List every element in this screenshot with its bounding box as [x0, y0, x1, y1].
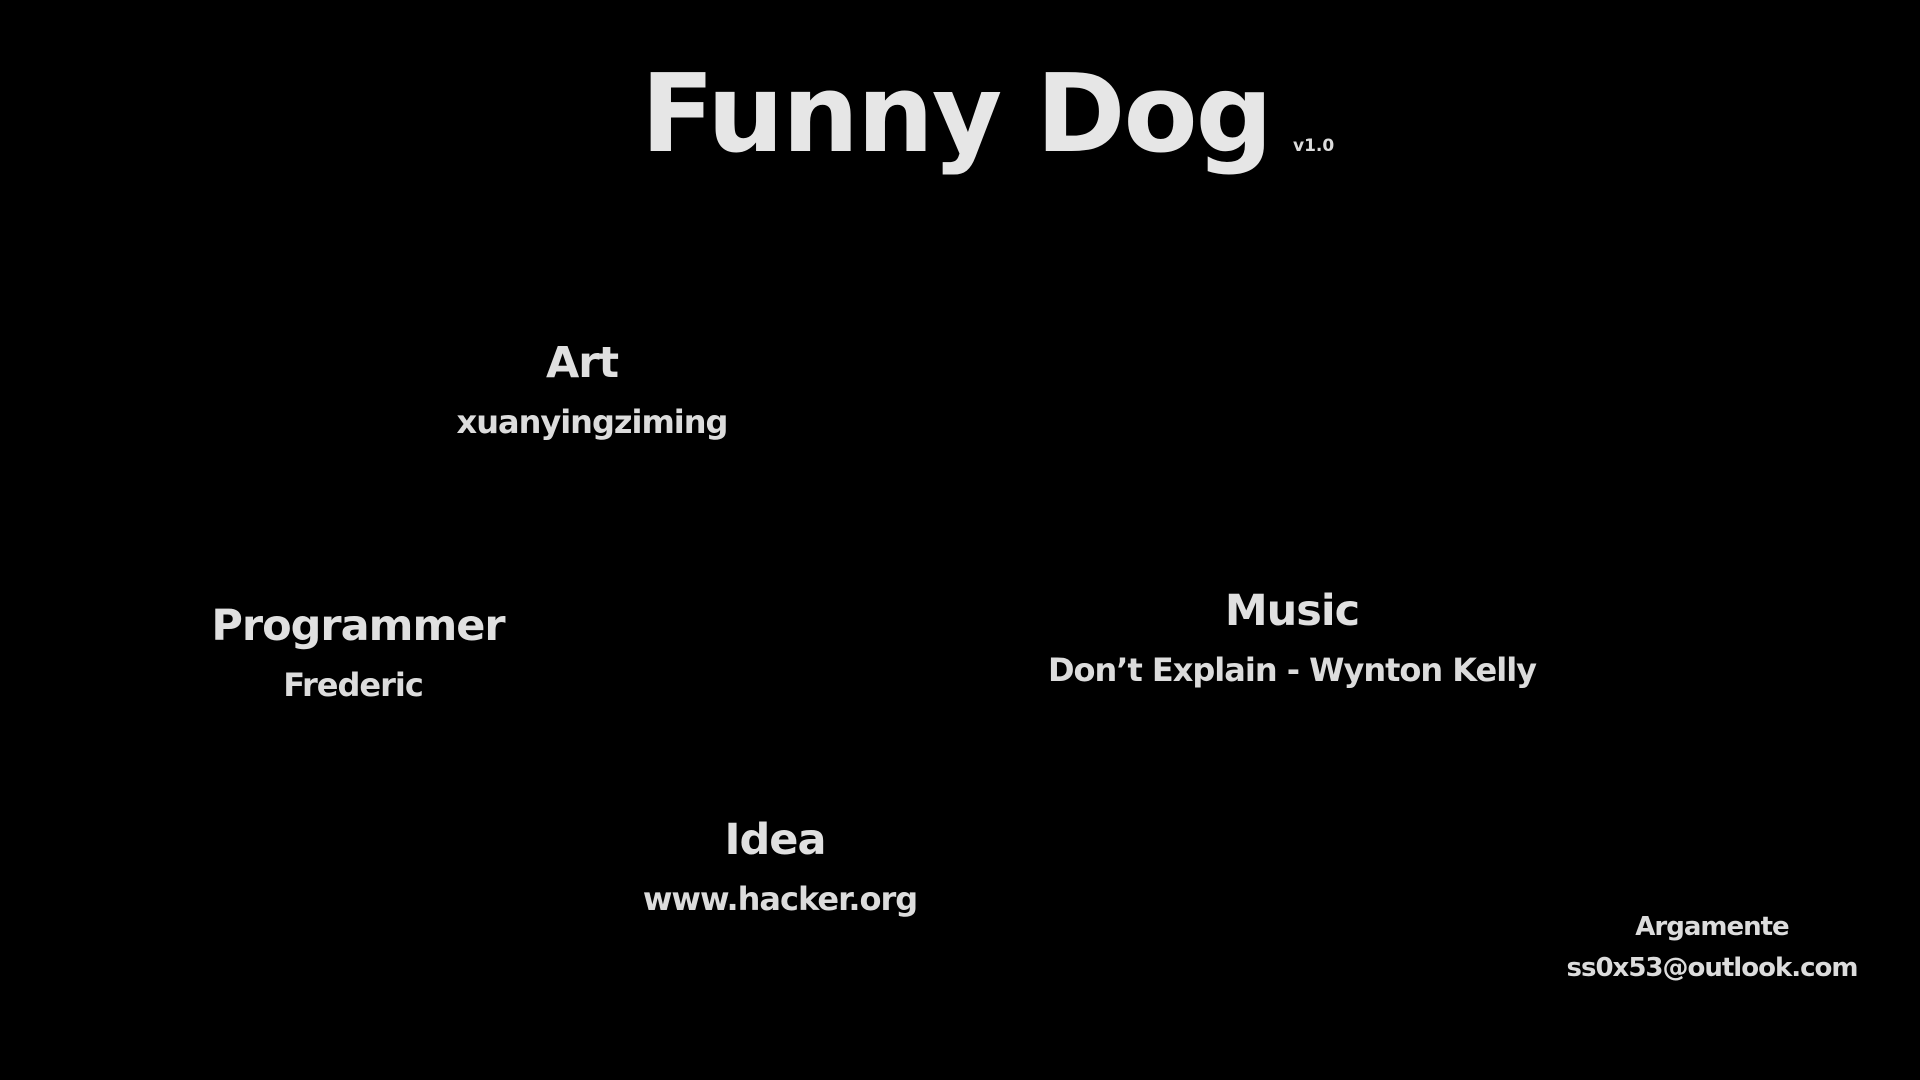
contact-name: Argamente: [1635, 912, 1789, 942]
credit-name-art: xuanyingziming: [456, 403, 729, 441]
contact-email: ss0x53@outlook.com: [1566, 953, 1859, 983]
credit-role-music: Music: [1224, 586, 1360, 636]
credit-programmer: Programmer Frederic: [211, 601, 505, 704]
credit-idea: Idea www.hacker.org: [633, 815, 918, 918]
credit-art: Art xuanyingziming: [437, 338, 729, 441]
credit-role-programmer: Programmer: [211, 601, 505, 651]
version-label: v1.0: [1293, 136, 1335, 156]
title-block: Funny Dog v1.0: [0, 52, 1920, 177]
game-title: Funny Dog: [640, 52, 1273, 177]
credit-name-music: Don’t Explain - Wynton Kelly: [1047, 651, 1537, 689]
credit-name-programmer: Frederic: [283, 666, 424, 704]
credits-screen: Funny Dog v1.0 Art xuanyingziming Program…: [0, 0, 1920, 1080]
credit-role-art: Art: [545, 338, 619, 388]
credit-name-idea: www.hacker.org: [642, 880, 918, 918]
credit-role-idea: Idea: [724, 815, 827, 865]
credit-music: Music Don’t Explain - Wynton Kelly: [1047, 586, 1537, 689]
contact-block: Argamente ss0x53@outlook.com: [1566, 908, 1859, 987]
